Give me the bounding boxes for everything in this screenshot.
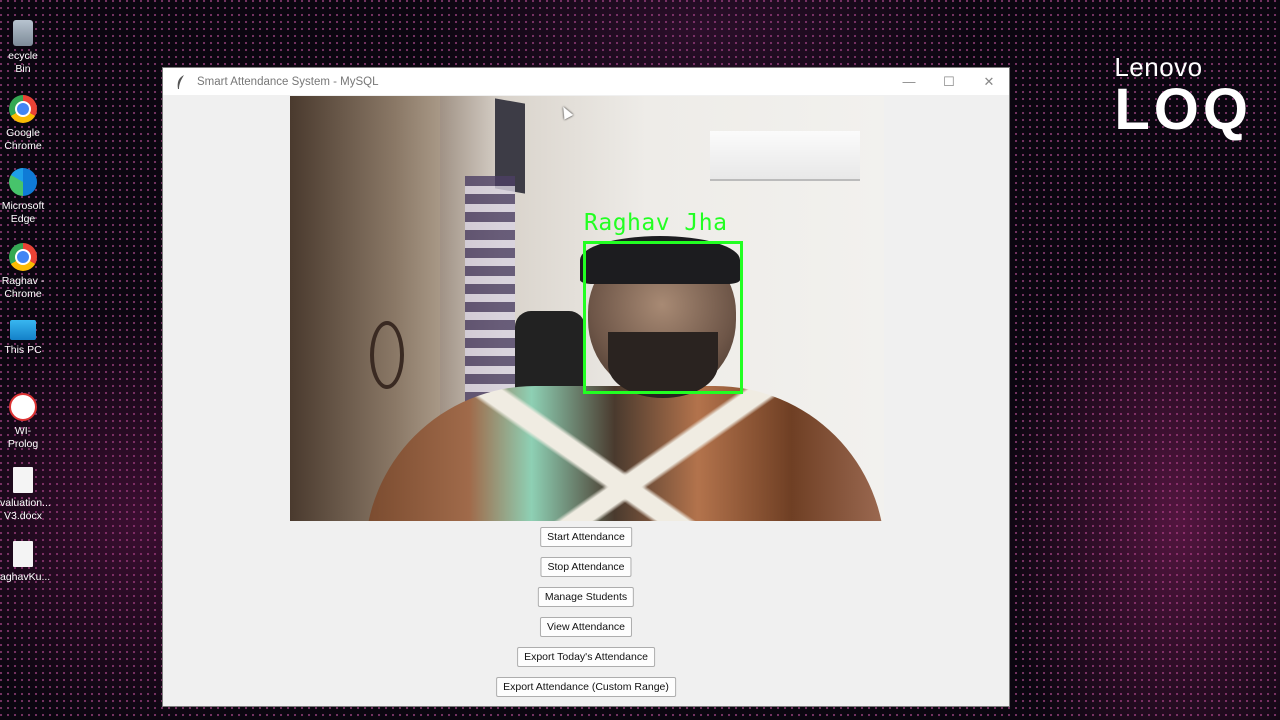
view-attendance-button[interactable]: View Attendance bbox=[539, 617, 633, 637]
brand-main-text: LOQ bbox=[1114, 77, 1252, 142]
desktop-icon-label: Microsoft Edge bbox=[1, 200, 45, 225]
computer-icon bbox=[10, 320, 36, 340]
prolog-icon bbox=[9, 393, 37, 421]
maximize-button[interactable]: ☐ bbox=[929, 68, 969, 95]
desktop-icon-label: WI-Prolog bbox=[7, 425, 39, 450]
window-titlebar[interactable]: Smart Attendance System - MySQL — ☐ ✕ bbox=[163, 68, 1009, 95]
desktop-icon-label: ecycle Bin bbox=[8, 50, 38, 75]
recycle-bin-icon bbox=[13, 20, 33, 46]
desktop-icon-microsoft-edge[interactable]: Microsoft Edge bbox=[0, 168, 46, 226]
person-sweater bbox=[365, 386, 884, 521]
camera-feed: Raghav Jha bbox=[290, 96, 884, 521]
air-conditioner bbox=[710, 131, 860, 181]
face-detection-box bbox=[583, 241, 743, 394]
document-icon bbox=[13, 467, 33, 493]
minimize-button[interactable]: — bbox=[889, 68, 929, 95]
window-title: Smart Attendance System - MySQL bbox=[197, 75, 379, 88]
desktop-icon-recycle-bin[interactable]: ecycle Bin bbox=[0, 20, 46, 76]
desktop-icon-raghav-chrome[interactable]: Raghav - Chrome bbox=[0, 243, 46, 301]
feather-icon bbox=[173, 74, 189, 90]
cupboard-handle bbox=[370, 321, 404, 389]
close-button[interactable]: ✕ bbox=[969, 68, 1009, 95]
document-icon bbox=[13, 541, 33, 567]
chrome-icon bbox=[9, 95, 37, 123]
manage-students-button[interactable]: Manage Students bbox=[537, 587, 635, 607]
desktop-icon-label: valuation... V3.docx bbox=[0, 497, 51, 522]
chrome-icon bbox=[9, 243, 37, 271]
desktop-icon-google-chrome[interactable]: Google Chrome bbox=[0, 95, 46, 153]
desktop-icon-label: aghavKu... bbox=[0, 571, 51, 583]
start-attendance-button[interactable]: Start Attendance bbox=[540, 527, 632, 547]
desktop-icon-label: Raghav - Chrome bbox=[1, 275, 45, 300]
desktop-icon-this-pc[interactable]: This PC bbox=[0, 320, 46, 357]
desktop-icon-raghav-doc[interactable]: aghavKu... bbox=[0, 541, 51, 584]
stop-attendance-button[interactable]: Stop Attendance bbox=[540, 557, 632, 577]
export-today-button[interactable]: Export Today's Attendance bbox=[517, 647, 655, 667]
export-range-button[interactable]: Export Attendance (Custom Range) bbox=[496, 677, 676, 697]
detected-name-label: Raghav Jha bbox=[584, 210, 728, 236]
app-window: Smart Attendance System - MySQL — ☐ ✕ Ra… bbox=[162, 67, 1010, 707]
curtain bbox=[465, 176, 515, 406]
edge-icon bbox=[9, 168, 37, 196]
desktop-icon-prolog[interactable]: WI-Prolog bbox=[0, 393, 46, 451]
brand-logo: Lenovo LOQ bbox=[1114, 52, 1252, 139]
desktop-icon-label: This PC bbox=[4, 344, 42, 356]
window-controls: — ☐ ✕ bbox=[889, 68, 1009, 95]
desktop-icon-label: Google Chrome bbox=[4, 127, 42, 152]
desktop-icon-valuation-doc[interactable]: valuation... V3.docx bbox=[0, 467, 51, 523]
